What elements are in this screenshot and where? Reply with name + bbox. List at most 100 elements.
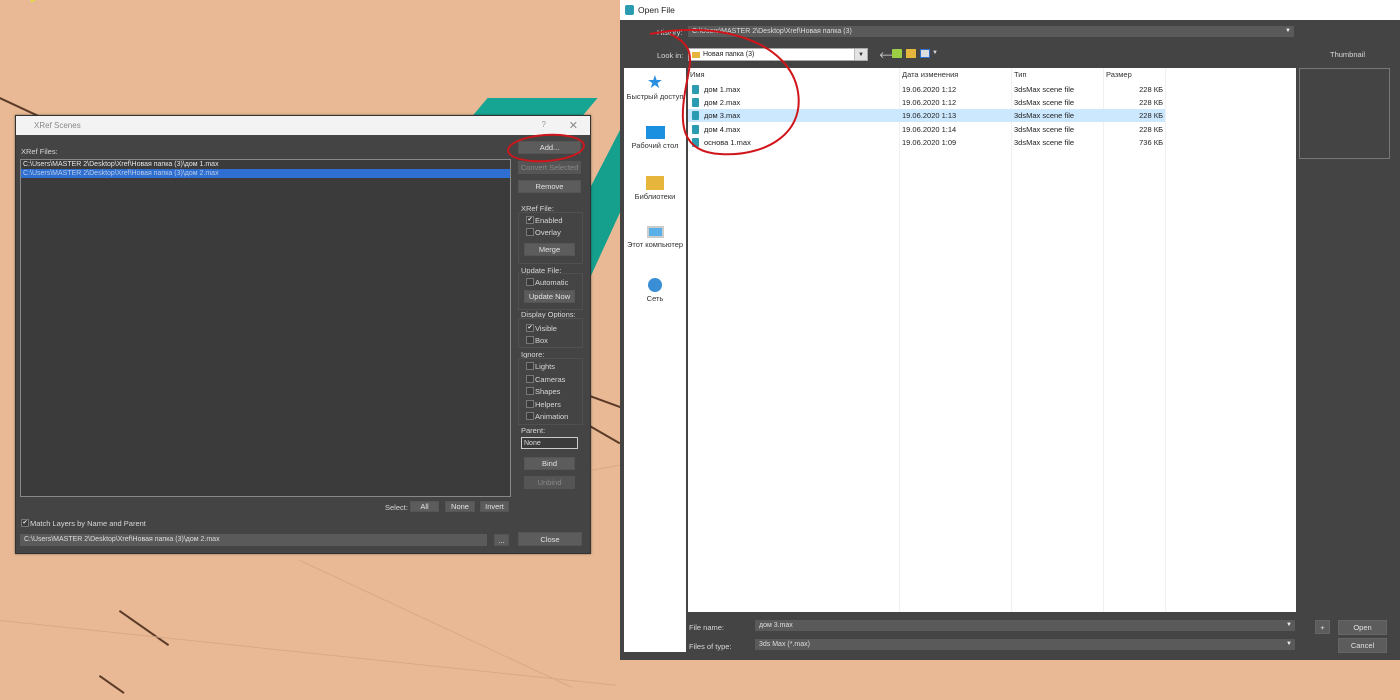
file-size: 228 КБ [1139, 85, 1163, 94]
open-title: Open File [638, 5, 675, 15]
column-divider [1011, 68, 1012, 612]
file-type: 3dsMax scene file [1014, 85, 1075, 94]
overlay-checkbox[interactable] [526, 228, 534, 236]
automatic-checkbox[interactable] [526, 278, 534, 286]
lights-label: Lights [535, 362, 556, 371]
place-label: Этот компьютер [626, 240, 684, 249]
parent-label: Parent: [521, 426, 546, 435]
parent-field[interactable]: None [521, 437, 578, 449]
match-layers-label: Match Layers by Name and Parent [30, 519, 146, 528]
unbind-button[interactable]: Unbind [524, 476, 575, 489]
file-size: 736 КБ [1139, 138, 1163, 147]
plus-button[interactable]: + [1315, 620, 1330, 634]
file-size: 228 КБ [1139, 98, 1163, 107]
file-type: 3dsMax scene file [1014, 111, 1075, 120]
close-button[interactable]: Close [518, 532, 582, 546]
box-checkbox[interactable] [526, 336, 534, 344]
place-label: Сеть [646, 294, 664, 303]
animation-label: Animation [535, 412, 569, 421]
file-type: 3dsMax scene file [1014, 138, 1075, 147]
files-of-type-value: 3ds Max (*.max) [759, 641, 810, 648]
computer-icon [646, 226, 664, 238]
box-label: Box [535, 336, 548, 345]
chevron-down-icon: ▼ [854, 49, 867, 60]
viewport-edge-line [98, 675, 125, 694]
file-size: 228 КБ [1139, 111, 1163, 120]
file-date: 19.06.2020 1:09 [902, 138, 957, 147]
overlay-label: Overlay [535, 228, 561, 237]
chevron-down-icon: ▼ [1286, 641, 1292, 647]
close-icon[interactable]: ✕ [569, 119, 578, 132]
annotation-scribble-files [649, 28, 800, 156]
bind-button[interactable]: Bind [524, 457, 575, 470]
place-this-pc[interactable]: Этот компьютер [624, 226, 686, 250]
cameras-label: Cameras [535, 375, 566, 384]
xref-title-bar: XRef Scenes ? ✕ [16, 116, 590, 135]
new-folder-icon[interactable] [906, 49, 916, 58]
viewport-object [589, 130, 620, 280]
viewport-edge-line [118, 610, 170, 647]
network-icon [648, 278, 662, 292]
remove-button[interactable]: Remove [518, 180, 581, 193]
file-name-value: дом 3.max [759, 622, 793, 629]
xref-file-row[interactable]: C:\Users\MASTER 2\Desktop\Xref\Новая пап… [21, 160, 510, 169]
chevron-down-icon[interactable]: ▼ [932, 50, 938, 56]
automatic-label: Automatic [535, 278, 569, 287]
select-none-button[interactable]: None [445, 501, 475, 512]
file-name-label: File name: [689, 623, 725, 632]
xref-scenes-dialog: XRef Scenes ? ✕ XRef Files: C:\Users\MAS… [15, 115, 591, 554]
column-header-date[interactable]: Дата изменения [902, 70, 958, 79]
xref-files-label: XRef Files: [21, 147, 58, 156]
match-layers-checkbox[interactable]: ✔ [21, 519, 29, 527]
3dsmax-app-icon [625, 5, 634, 15]
column-divider [899, 68, 900, 612]
convert-selected-button[interactable]: Convert Selected [518, 161, 581, 174]
file-name-input[interactable]: дом 3.max ▼ [755, 620, 1295, 631]
helpers-label: Helpers [535, 400, 561, 409]
chevron-down-icon: ▼ [1285, 28, 1291, 34]
cancel-button[interactable]: Cancel [1338, 638, 1387, 653]
place-libraries[interactable]: Библиотеки [624, 176, 686, 202]
column-header-size[interactable]: Размер [1106, 70, 1132, 79]
place-network[interactable]: Сеть [624, 278, 686, 304]
file-type: 3dsMax scene file [1014, 98, 1075, 107]
libraries-icon [646, 176, 664, 190]
select-all-button[interactable]: All [410, 501, 439, 512]
thumbnail-preview [1299, 68, 1390, 159]
file-date: 19.06.2020 1:14 [902, 125, 957, 134]
files-of-type-label: Files of type: [689, 642, 732, 651]
select-invert-button[interactable]: Invert [480, 501, 509, 512]
view-menu-icon[interactable] [920, 49, 930, 58]
viewport-axis-line [30, 0, 49, 3]
place-label: Библиотеки [634, 192, 676, 201]
lights-checkbox[interactable] [526, 362, 534, 370]
help-button[interactable]: ? [542, 120, 546, 129]
files-of-type-select[interactable]: 3ds Max (*.max) ▼ [755, 639, 1295, 650]
visible-label: Visible [535, 324, 557, 333]
file-date: 19.06.2020 1:12 [902, 85, 957, 94]
enabled-checkbox[interactable]: ✔ [526, 216, 534, 224]
chevron-down-icon: ▼ [1286, 622, 1292, 628]
shapes-label: Shapes [535, 387, 561, 396]
cameras-checkbox[interactable] [526, 375, 534, 383]
enabled-label: Enabled [535, 216, 563, 225]
column-divider [1103, 68, 1104, 612]
file-type: 3dsMax scene file [1014, 125, 1075, 134]
column-header-type[interactable]: Тип [1014, 70, 1027, 79]
helpers-checkbox[interactable] [526, 400, 534, 408]
viewport-edge-line [589, 395, 623, 409]
update-now-button[interactable]: Update Now [524, 290, 575, 303]
xref-file-row-selected[interactable]: C:\Users\MASTER 2\Desktop\Xref\Новая пап… [21, 169, 510, 178]
merge-button[interactable]: Merge [524, 243, 575, 256]
shapes-checkbox[interactable] [526, 387, 534, 395]
file-date: 19.06.2020 1:13 [902, 111, 957, 120]
open-button[interactable]: Open [1338, 620, 1387, 635]
up-folder-icon[interactable] [892, 49, 902, 58]
visible-checkbox[interactable]: ✔ [526, 324, 534, 332]
browse-button[interactable]: ... [494, 534, 509, 546]
viewport-grid-line [299, 560, 572, 688]
viewport-object [472, 98, 598, 116]
xref-files-list[interactable]: C:\Users\MASTER 2\Desktop\Xref\Новая пап… [20, 159, 511, 497]
animation-checkbox[interactable] [526, 412, 534, 420]
thumbnail-label: Thumbnail [1330, 50, 1366, 59]
